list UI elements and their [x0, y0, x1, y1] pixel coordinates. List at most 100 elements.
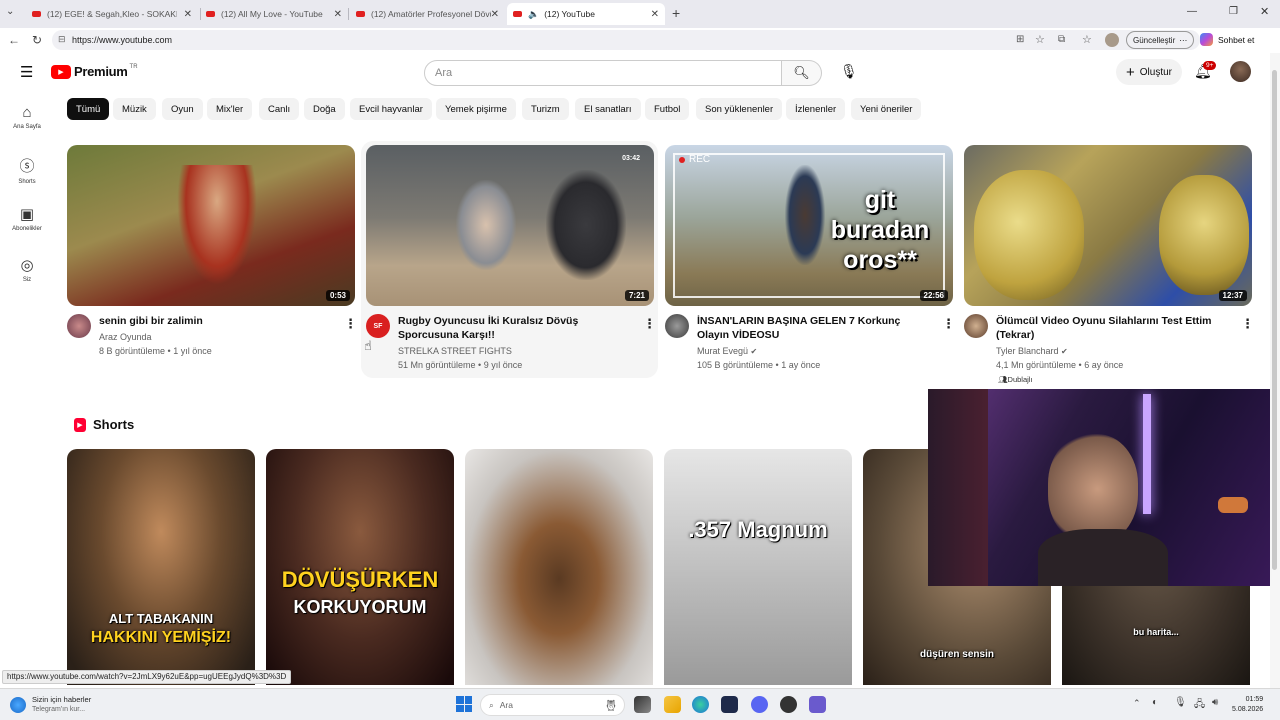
short-thumbnail[interactable]: DÖVÜŞÜRKEN KORKUYORUM — [266, 449, 454, 685]
browser-tab-1[interactable]: (12) EGE! & Segah,Kleo - SOKAKL... ✕ — [26, 3, 198, 25]
youtube-logo[interactable]: ▶ Premium TR — [51, 64, 138, 79]
new-tab-button[interactable]: + — [672, 5, 680, 21]
channel-name[interactable]: Araz Oyunda — [99, 330, 152, 344]
channel-avatar[interactable] — [67, 314, 91, 338]
webcam-light-strip — [1143, 394, 1151, 514]
app-icon[interactable] — [780, 696, 797, 713]
update-button[interactable]: Güncelleştir ⋯ — [1126, 31, 1195, 49]
video-more-options-icon[interactable]: ⋮ — [643, 316, 656, 332]
volume-icon[interactable]: 🔊︎ — [1212, 697, 1218, 708]
audio-playing-icon[interactable]: 🔈 — [528, 9, 539, 20]
channel-avatar[interactable]: SF — [366, 314, 390, 338]
chip-football[interactable]: Futbol — [645, 98, 690, 120]
favorite-star-icon[interactable]: ☆ — [1035, 33, 1045, 46]
chip-watched[interactable]: İzlenenler — [786, 98, 846, 120]
short-thumbnail[interactable]: .357 Magnum — [664, 449, 852, 685]
page-scrollbar-thumb[interactable] — [1272, 70, 1277, 570]
chip-all[interactable]: Tümü — [67, 98, 110, 120]
network-icon[interactable]: 🖧︎ — [1194, 697, 1205, 714]
app-icon-2[interactable] — [809, 696, 826, 713]
channel-name[interactable]: STRELKA STREET FIGHTS — [398, 344, 512, 358]
short-thumbnail[interactable] — [465, 449, 653, 685]
vscode-icon[interactable] — [721, 696, 738, 713]
minimize-icon[interactable]: — — [1187, 6, 1197, 17]
chip-cooking[interactable]: Yemek pişirme — [436, 98, 516, 120]
video-more-options-icon[interactable]: ⋮ — [942, 316, 955, 332]
video-title[interactable]: Rugby Oyuncusu İki Kuralsız Dövüş Sporcu… — [398, 314, 633, 342]
chip-pets[interactable]: Evcil hayvanlar — [350, 98, 432, 120]
short-thumbnail[interactable]: ALT TABAKANIN HAKKINI YEMİŞİZ! — [67, 449, 255, 685]
shorts-icon: ⓢ — [19, 158, 35, 175]
close-tab-icon[interactable]: ✕ — [651, 9, 659, 20]
microphone-tray-icon[interactable]: 🎙︎ — [1174, 697, 1187, 708]
video-title[interactable]: Ölümcül Video Oyunu Silahlarını Test Ett… — [996, 314, 1231, 342]
microphone-icon[interactable]: 🎙︎ — [840, 63, 858, 80]
sidebar-item-shorts[interactable]: ⓢ Shorts — [4, 155, 50, 185]
browser-tab-3[interactable]: (12) Amatörler Profesyonel Dövüş... ✕ — [350, 3, 505, 25]
split-screen-icon[interactable]: ⊞ — [1016, 34, 1024, 45]
windows-start-icon[interactable] — [456, 696, 472, 712]
tab-list-chevron-icon[interactable]: ⌄ — [6, 6, 14, 17]
mouse-cursor-hand-icon: ☝ — [364, 338, 372, 353]
chip-tourism[interactable]: Turizm — [522, 98, 569, 120]
video-thumbnail[interactable]: 03:42 7:21 — [366, 145, 654, 306]
sidebar-label: Shorts — [18, 179, 36, 185]
browser-tab-2[interactable]: (12) All My Love - YouTube ✕ — [200, 3, 348, 25]
channel-name-row[interactable]: Murat Evegü ✔ — [697, 344, 757, 359]
site-info-icon[interactable]: ⊟ — [58, 34, 66, 45]
close-tab-icon[interactable]: ✕ — [334, 9, 342, 20]
video-thumbnail[interactable]: 12:37 — [964, 145, 1252, 306]
channel-name-row[interactable]: Tyler Blanchard ✔ — [996, 344, 1068, 359]
address-bar[interactable]: ⊟ https://www.youtube.com — [52, 30, 1200, 50]
sidebar-item-home[interactable]: ⌂ Ana Sayfa — [4, 104, 50, 130]
tray-app-icon[interactable]: ◐ — [1152, 697, 1158, 708]
video-more-options-icon[interactable]: ⋮ — [344, 316, 357, 332]
show-hidden-icons-chevron-icon[interactable]: ⌃ — [1133, 698, 1141, 709]
chip-recently-uploaded[interactable]: Son yüklenenler — [696, 98, 783, 120]
extensions-icon[interactable]: ⧉ — [1058, 34, 1065, 45]
channel-avatar[interactable] — [964, 314, 988, 338]
chip-music[interactable]: Müzik — [113, 98, 156, 120]
menu-hamburger-icon[interactable]: ☰ — [20, 63, 33, 81]
file-explorer-icon[interactable] — [664, 696, 681, 713]
browser-toolbar: ← ↻ ⊟ https://www.youtube.com ⊞ ☆ ⧉ ☆ Gü… — [0, 28, 1280, 53]
chip-nature[interactable]: Doğa — [304, 98, 345, 120]
close-tab-icon[interactable]: ✕ — [184, 9, 192, 20]
taskbar-search-box[interactable]: ⌕ Ara 🦉︎ — [480, 694, 625, 716]
search-button[interactable]: 🔍︎ — [782, 60, 822, 86]
sidebar-item-you[interactable]: ◎ Siz — [4, 256, 50, 283]
copilot-chat-button[interactable]: Sohbet et — [1200, 33, 1254, 46]
video-more-options-icon[interactable]: ⋮ — [1241, 316, 1254, 332]
reload-icon[interactable]: ↻ — [32, 33, 42, 47]
video-title[interactable]: senin gibi bir zalimin — [99, 314, 334, 328]
chip-new-to-you[interactable]: Yeni öneriler — [851, 98, 922, 120]
search-input[interactable]: Ara — [424, 60, 782, 86]
channel-avatar[interactable] — [665, 314, 689, 338]
video-thumbnail[interactable]: 0:53 — [67, 145, 355, 306]
chip-mixes[interactable]: Mix'ler — [207, 98, 253, 120]
sidebar-item-subscriptions[interactable]: ▣ Abonelikler — [4, 205, 50, 232]
browser-tab-4-active[interactable]: 🔈 (12) YouTube ✕ — [507, 3, 665, 25]
favorites-icon[interactable]: ☆ — [1082, 33, 1092, 46]
task-view-icon[interactable] — [634, 696, 651, 713]
news-widget[interactable]: Sizin için haberler Telegram'ın kur... — [10, 695, 91, 715]
video-title[interactable]: İNSAN'LARIN BAŞINA GELEN 7 Korkunç Olayı… — [697, 314, 932, 342]
account-avatar[interactable] — [1230, 61, 1251, 82]
video-thumbnail[interactable]: REC git buradan oros** 22:56 — [665, 145, 953, 306]
discord-icon[interactable] — [751, 696, 768, 713]
chip-crafts[interactable]: El sanatları — [575, 98, 641, 120]
chip-live[interactable]: Canlı — [259, 98, 300, 120]
short-caption-top: DÖVÜŞÜRKEN — [281, 567, 439, 592]
create-button[interactable]: + Oluştur — [1116, 59, 1182, 85]
chip-gaming[interactable]: Oyun — [162, 98, 203, 120]
taskbar-clock[interactable]: 01:59 5.08.2026 — [1232, 695, 1263, 715]
webcam-person-body — [1038, 529, 1168, 586]
close-window-icon[interactable]: ✕ — [1260, 5, 1269, 18]
rec-indicator: REC — [679, 154, 710, 165]
clock-time: 01:59 — [1245, 696, 1264, 703]
profile-avatar[interactable] — [1105, 33, 1119, 47]
maximize-icon[interactable]: ❐ — [1229, 6, 1238, 17]
edge-browser-icon[interactable] — [692, 696, 709, 713]
back-arrow-icon[interactable]: ← — [8, 33, 20, 47]
close-tab-icon[interactable]: ✕ — [491, 9, 499, 20]
